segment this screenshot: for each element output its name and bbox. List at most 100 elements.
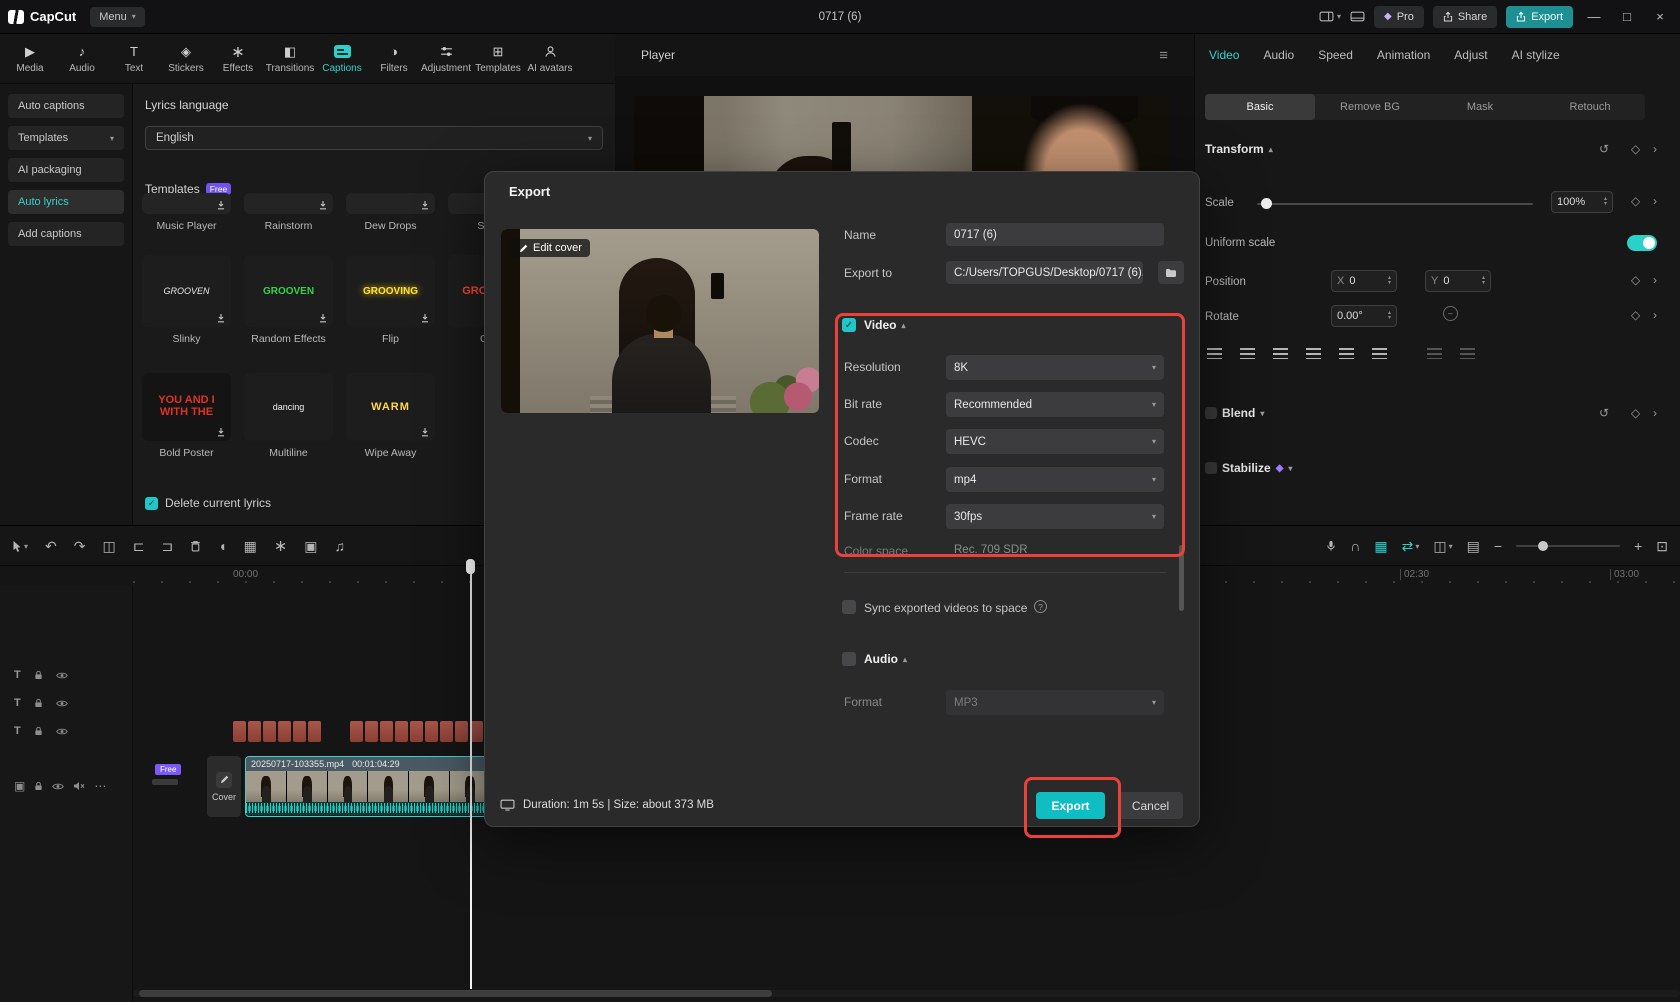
split-button[interactable]: ◫ xyxy=(102,538,115,555)
align-left-icon[interactable] xyxy=(1207,348,1222,359)
cursor-tool-button[interactable]: ▾ xyxy=(12,540,28,553)
ribbon-stickers[interactable]: ◈ Stickers xyxy=(160,44,212,74)
timeline-video-clip[interactable]: 20250717-103355.mp4 00:01:04:29 xyxy=(245,756,491,817)
download-icon[interactable] xyxy=(420,427,430,437)
pro-button[interactable]: ◆ Pro xyxy=(1374,5,1424,28)
ribbon-adjustment[interactable]: Adjustment xyxy=(420,44,472,74)
ribbon-text[interactable]: T Text xyxy=(108,44,160,74)
maximize-button[interactable]: □ xyxy=(1615,0,1639,34)
link-preview-button[interactable]: ▦ xyxy=(1374,538,1387,555)
eye-icon[interactable] xyxy=(55,671,68,680)
auto-ripple-button[interactable]: ⇄ ▾ xyxy=(1402,538,1420,555)
transform-section-header[interactable]: Transform ▴ xyxy=(1205,142,1273,156)
template-card[interactable]: WARM Wipe Away xyxy=(346,373,435,459)
lyric-clip[interactable] xyxy=(293,721,306,742)
align-center-icon[interactable] xyxy=(1240,348,1255,359)
stepper-icon[interactable]: ▴ ▾ xyxy=(1388,275,1391,286)
edit-cover-button[interactable]: Edit cover xyxy=(511,239,590,257)
display-settings-button[interactable]: ▾ xyxy=(1319,11,1341,22)
codec-select[interactable]: HEVC ▾ xyxy=(946,429,1164,454)
info-icon[interactable]: ? xyxy=(1034,600,1047,613)
template-card[interactable]: GROOVEN Random Effects xyxy=(244,255,333,345)
bitrate-select[interactable]: Recommended ▾ xyxy=(946,392,1164,417)
subtab-mask[interactable]: Mask xyxy=(1425,94,1535,120)
clip-cover-button[interactable]: Cover xyxy=(207,756,241,817)
export-button-top[interactable]: Export xyxy=(1506,5,1573,28)
export-confirm-button[interactable]: Export xyxy=(1036,792,1105,819)
freeze-frame-button[interactable]: ▣ xyxy=(304,538,317,555)
more-icon[interactable]: ⋯ xyxy=(94,779,106,793)
eye-icon[interactable] xyxy=(55,727,68,736)
eye-icon[interactable] xyxy=(52,782,65,791)
expand-arrow-icon[interactable]: › xyxy=(1653,273,1657,287)
tab-ai-stylize[interactable]: AI stylize xyxy=(1512,48,1560,62)
align-top-icon[interactable] xyxy=(1306,348,1321,359)
rotate-dial[interactable]: – xyxy=(1443,306,1458,321)
template-card[interactable]: Dew Drops xyxy=(346,193,435,232)
ribbon-captions[interactable]: Captions xyxy=(316,44,368,74)
sidebar-item-auto-captions[interactable]: Auto captions xyxy=(8,94,124,118)
zoom-out-button[interactable]: − xyxy=(1494,538,1502,554)
mask-button[interactable]: ◖ xyxy=(218,538,226,554)
lyric-clip[interactable] xyxy=(233,721,246,742)
lyric-clip[interactable] xyxy=(350,721,363,742)
expand-arrow-icon[interactable]: › xyxy=(1653,406,1657,420)
lyric-clip[interactable] xyxy=(440,721,453,742)
ribbon-media[interactable]: ▶ Media xyxy=(4,44,56,74)
share-button[interactable]: Share xyxy=(1432,5,1498,28)
tab-audio[interactable]: Audio xyxy=(1263,48,1294,62)
template-card[interactable]: Music Player xyxy=(142,193,231,232)
lyric-clip[interactable] xyxy=(308,721,321,742)
lyric-clip[interactable] xyxy=(395,721,408,742)
ai-effect-button[interactable]: ∗ xyxy=(274,536,287,556)
tab-adjust[interactable]: Adjust xyxy=(1454,48,1487,62)
redo-button[interactable]: ↷ xyxy=(74,538,86,555)
lock-icon[interactable] xyxy=(34,726,43,736)
template-card[interactable]: GROOVING Flip xyxy=(346,255,435,345)
expand-arrow-icon[interactable]: › xyxy=(1653,194,1657,208)
playhead-line[interactable] xyxy=(470,559,472,989)
ribbon-templates[interactable]: ⊞ Templates xyxy=(472,44,524,74)
ribbon-transitions[interactable]: ◧ Transitions xyxy=(264,44,316,74)
sidebar-item-templates[interactable]: Templates ▾ xyxy=(8,126,124,150)
blend-checkbox[interactable] xyxy=(1205,407,1217,419)
cancel-button[interactable]: Cancel xyxy=(1118,792,1183,819)
split-view-button[interactable]: ◫ ▾ xyxy=(1433,538,1452,555)
framerate-select[interactable]: 30fps ▾ xyxy=(946,504,1164,529)
lyric-clip[interactable] xyxy=(470,721,483,742)
dialog-scrollbar[interactable] xyxy=(1179,545,1184,611)
position-x-field[interactable]: X0 ▴ ▾ xyxy=(1331,270,1397,292)
trim-left-button[interactable]: ⊏ xyxy=(133,538,145,555)
download-icon[interactable] xyxy=(216,313,226,323)
ribbon-filters[interactable]: ◑ Filters xyxy=(368,44,420,74)
player-menu-icon[interactable]: ≡ xyxy=(1159,47,1168,64)
keyframe-diamond-icon[interactable]: ◇ xyxy=(1631,308,1640,322)
keyframe-diamond-icon[interactable]: ◇ xyxy=(1631,406,1640,420)
align-right-icon[interactable] xyxy=(1273,348,1288,359)
sync-checkbox[interactable] xyxy=(842,600,856,614)
stabilize-checkbox[interactable] xyxy=(1205,462,1217,474)
reset-icon[interactable]: ↺ xyxy=(1599,406,1609,420)
zoom-slider-knob[interactable] xyxy=(1538,541,1549,551)
crop-button[interactable]: ▦ xyxy=(244,538,257,555)
audio-format-select[interactable]: MP3 ▾ xyxy=(946,690,1164,715)
show-frames-button[interactable]: ▤ xyxy=(1467,538,1480,555)
download-icon[interactable] xyxy=(216,427,226,437)
tab-speed[interactable]: Speed xyxy=(1318,48,1353,62)
uniform-scale-toggle[interactable] xyxy=(1627,235,1657,251)
keyframe-diamond-icon[interactable]: ◇ xyxy=(1631,142,1640,156)
distribute-horizontal-icon[interactable] xyxy=(1427,348,1442,359)
rotate-field[interactable]: 0.00° ▴ ▾ xyxy=(1331,305,1397,327)
subtab-basic[interactable]: Basic xyxy=(1205,94,1315,120)
extract-audio-button[interactable]: ♫ xyxy=(335,538,346,554)
ribbon-ai-avatars[interactable]: AI avatars xyxy=(524,44,576,74)
template-card[interactable]: YOU AND I WITH THE Bold Poster xyxy=(142,373,231,459)
ribbon-effects[interactable]: ∗ Effects xyxy=(212,44,264,74)
blend-section-header[interactable]: Blend ▾ xyxy=(1205,406,1264,420)
stepper-icon[interactable]: ▴ ▾ xyxy=(1482,275,1485,286)
export-cover-preview[interactable]: Edit cover xyxy=(501,229,819,413)
trim-right-button[interactable]: ⊐ xyxy=(161,538,173,555)
close-button[interactable]: × xyxy=(1648,0,1672,34)
resolution-select[interactable]: 8K ▾ xyxy=(946,355,1164,380)
playhead-handle[interactable] xyxy=(466,559,475,574)
